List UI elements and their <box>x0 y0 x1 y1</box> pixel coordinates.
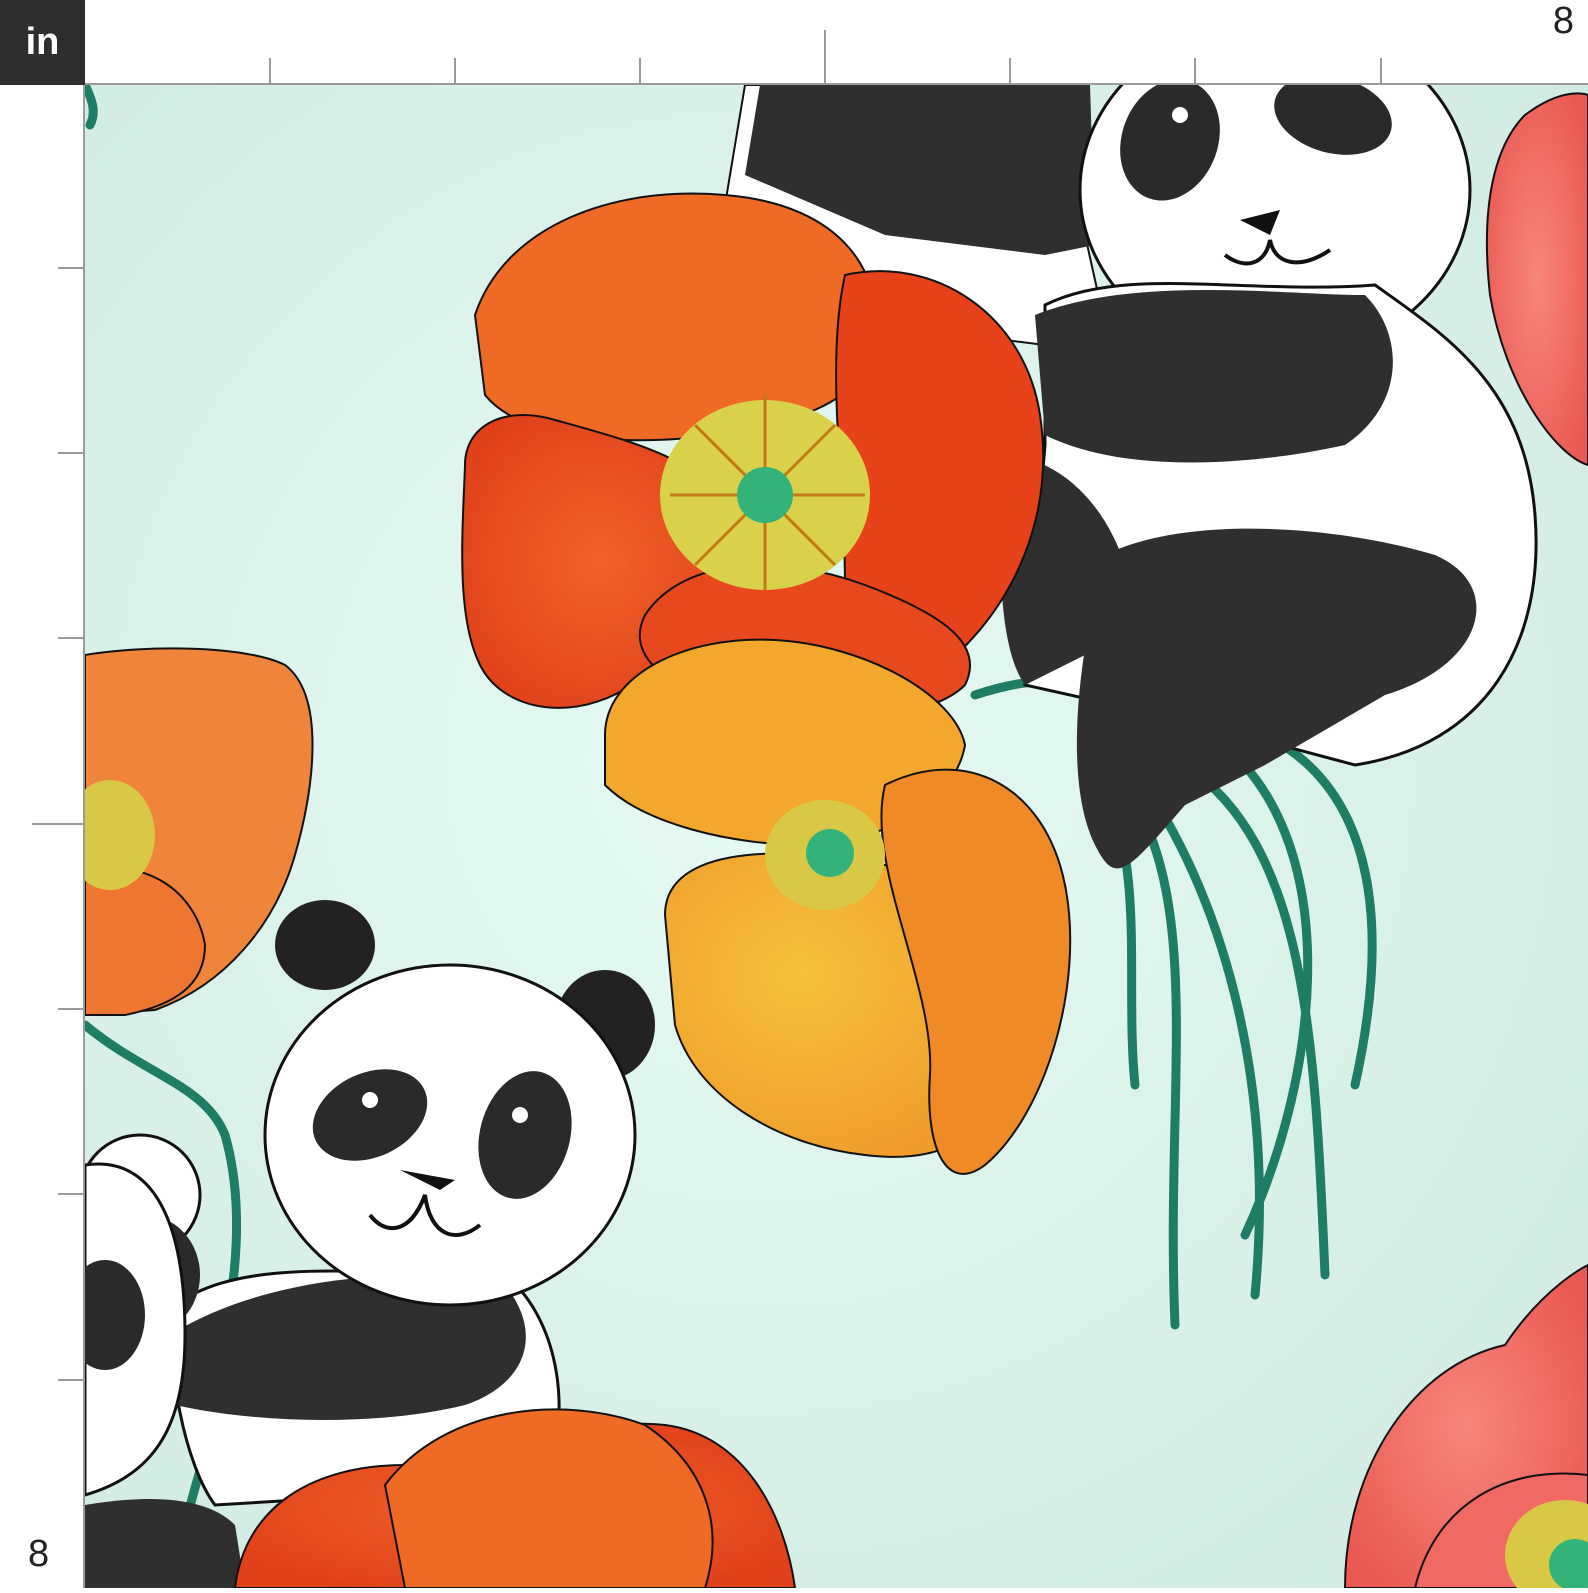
left-ruler-ticks <box>32 267 83 1381</box>
left-ruler: 8 <box>0 85 85 1588</box>
top-ruler-end-number: 8 <box>1552 0 1574 42</box>
fabric-preview <box>85 85 1588 1588</box>
top-ruler-ticks <box>269 30 1382 83</box>
top-ruler: 8 <box>85 0 1588 85</box>
left-ruler-end-number: 8 <box>28 1533 50 1575</box>
panda-poppy-pattern <box>85 85 1588 1588</box>
ruler-unit-label: in <box>0 0 85 85</box>
